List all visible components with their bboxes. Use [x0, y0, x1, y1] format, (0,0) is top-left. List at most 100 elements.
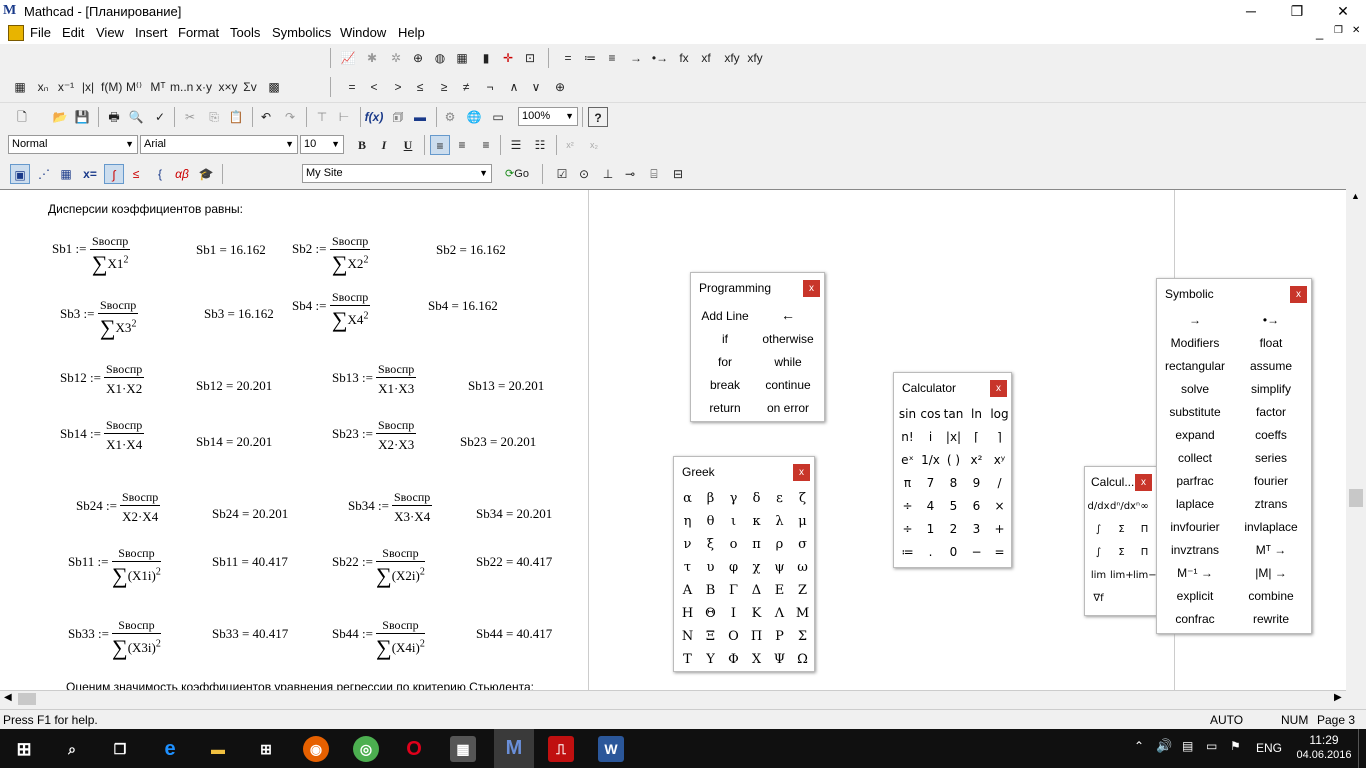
subscript-text-icon[interactable]: x₂: [584, 135, 604, 155]
calculator-key[interactable]: 4: [919, 499, 942, 513]
for-button[interactable]: for: [695, 355, 755, 369]
calculator-key[interactable]: n!: [896, 430, 919, 444]
calculator-key[interactable]: +: [988, 522, 1011, 536]
calculus-operator-button[interactable]: lim−: [1133, 570, 1157, 581]
file-explorer-icon[interactable]: ▬: [205, 736, 231, 762]
calculus-operator-button[interactable]: Σ: [1110, 524, 1133, 535]
greek-letter-button[interactable]: Τ: [676, 652, 699, 667]
math-fraction[interactable]: Sвоспр ∑(X3i)2: [112, 618, 161, 661]
align-left-text-icon[interactable]: ≡: [430, 135, 450, 155]
math-name[interactable]: Sb13 :=: [332, 370, 373, 386]
dot-product-icon[interactable]: x·y: [194, 77, 214, 97]
calculator-key[interactable]: ≔: [896, 545, 919, 559]
math-result[interactable]: Sb14 = 20.201: [196, 434, 272, 450]
greek-letter-button[interactable]: η: [676, 514, 699, 529]
symbolic-keyword-button[interactable]: solve: [1157, 382, 1233, 396]
eval-symbolic-button[interactable]: →: [626, 48, 646, 68]
symbolic-keyword-button[interactable]: simplify: [1233, 382, 1309, 396]
bullets-icon[interactable]: ☰: [506, 135, 526, 155]
calculus-operator-button[interactable]: ∫: [1087, 524, 1110, 535]
trace-plot-icon[interactable]: ⊡: [520, 48, 540, 68]
symbolic-keyword-button[interactable]: ztrans: [1233, 497, 1309, 511]
radio-control-icon[interactable]: ⊙: [574, 164, 594, 184]
greek-letter-button[interactable]: υ: [699, 560, 722, 575]
greek-letter-button[interactable]: Κ: [745, 606, 768, 621]
zoom-plot-icon[interactable]: ✛: [498, 48, 518, 68]
symbolic-keyword-button[interactable]: series: [1233, 451, 1309, 465]
eval-define-button[interactable]: ≔: [580, 48, 600, 68]
while-button[interactable]: while: [757, 355, 819, 369]
prefix-operator-button[interactable]: fx: [674, 48, 694, 68]
symbolic-keyword-button[interactable]: laplace: [1157, 497, 1233, 511]
horizontal-scrollbar[interactable]: ◀ ▶: [0, 690, 1346, 707]
math-fraction[interactable]: Sвоспр X1·X3: [376, 362, 417, 397]
symbolic-keyword-button[interactable]: substitute: [1157, 405, 1233, 419]
calculus-operator-button[interactable]: ∇f: [1087, 593, 1110, 604]
cross-product-icon[interactable]: x×y: [218, 77, 238, 97]
opera-icon[interactable]: O: [401, 736, 427, 762]
greek-letter-button[interactable]: Χ: [745, 652, 768, 667]
greek-letter-button[interactable]: Ε: [768, 583, 791, 598]
maximize-button[interactable]: ❐: [1274, 0, 1320, 22]
greek-letter-button[interactable]: θ: [699, 514, 722, 529]
new-document-icon[interactable]: 🗋: [12, 107, 32, 127]
postfix-operator-button[interactable]: xf: [696, 48, 716, 68]
math-result[interactable]: Sb12 = 20.201: [196, 378, 272, 394]
greek-letter-button[interactable]: Α: [676, 583, 699, 598]
calculator-key[interactable]: log: [988, 407, 1011, 421]
math-fraction[interactable]: Sвоспр X2·X3: [376, 418, 417, 453]
3d-bar-icon[interactable]: ▦: [452, 48, 472, 68]
menu-insert[interactable]: Insert: [135, 25, 168, 40]
calculator-key[interactable]: =: [988, 545, 1011, 559]
word-icon[interactable]: W: [598, 736, 624, 762]
math-name[interactable]: Sb3 :=: [60, 306, 94, 322]
math-result[interactable]: Sb23 = 20.201: [460, 434, 536, 450]
vector-field-icon[interactable]: ▮: [476, 48, 496, 68]
greek-letter-button[interactable]: Ο: [722, 629, 745, 644]
symbolic-keyword-button[interactable]: combine: [1233, 589, 1309, 603]
greek-letter-button[interactable]: ε: [768, 491, 791, 506]
symbolic-keyword-button[interactable]: Mᵀ →: [1233, 543, 1309, 557]
bool-equal-button[interactable]: =: [342, 77, 362, 97]
show-desktop-button[interactable]: [1358, 729, 1366, 768]
calculator-key[interactable]: ÷: [896, 522, 919, 536]
greek-toolbar-icon[interactable]: αβ: [172, 164, 192, 184]
math-name[interactable]: Sb23 :=: [332, 426, 373, 442]
bool-and-button[interactable]: ∧: [504, 77, 524, 97]
calculator-key[interactable]: 1: [919, 522, 942, 536]
close-icon[interactable]: x: [990, 380, 1007, 397]
treefix-operator-button[interactable]: xfy: [744, 48, 766, 68]
close-icon[interactable]: x: [803, 280, 820, 297]
symbolic-keyword-button[interactable]: coeffs: [1233, 428, 1309, 442]
greek-letter-button[interactable]: β: [699, 491, 722, 506]
calculator-key[interactable]: −: [965, 545, 988, 559]
menu-file[interactable]: File: [30, 25, 51, 40]
close-icon[interactable]: x: [1135, 474, 1152, 491]
menu-window[interactable]: Window: [340, 25, 386, 40]
determinant-icon[interactable]: |x|: [78, 77, 98, 97]
greek-letter-button[interactable]: π: [745, 537, 768, 552]
math-name[interactable]: Sb2 :=: [292, 241, 326, 257]
undo-icon[interactable]: ↶: [256, 107, 276, 127]
menu-edit[interactable]: Edit: [62, 25, 84, 40]
calculator-key[interactable]: ÷: [896, 499, 919, 513]
slider-control-icon[interactable]: ⊸: [620, 164, 640, 184]
align-top-icon[interactable]: ⊤: [312, 107, 332, 127]
symbolic-keyword-button[interactable]: rectangular: [1157, 359, 1233, 373]
math-result[interactable]: Sb13 = 20.201: [468, 378, 544, 394]
bool-less-button[interactable]: <: [364, 77, 384, 97]
polar-plot-icon[interactable]: ✱: [362, 48, 382, 68]
greek-letter-button[interactable]: κ: [745, 514, 768, 529]
math-name[interactable]: Sb4 :=: [292, 298, 326, 314]
math-name[interactable]: Sb44 :=: [332, 626, 373, 642]
calculator-key[interactable]: eˣ: [896, 453, 919, 467]
calculus-operator-button[interactable]: Π: [1133, 524, 1156, 535]
math-result[interactable]: Sb44 = 40.417: [476, 626, 552, 642]
close-icon[interactable]: x: [1290, 286, 1307, 303]
clock-time[interactable]: 11:29: [1304, 733, 1344, 747]
math-result[interactable]: Sb33 = 40.417: [212, 626, 288, 642]
calculator-key[interactable]: ⌉: [988, 430, 1011, 444]
calculus-operator-button[interactable]: ∫: [1087, 547, 1110, 558]
zoom-select[interactable]: 100% ▼: [518, 107, 578, 126]
scroll-up-icon[interactable]: ▲: [1351, 191, 1360, 201]
